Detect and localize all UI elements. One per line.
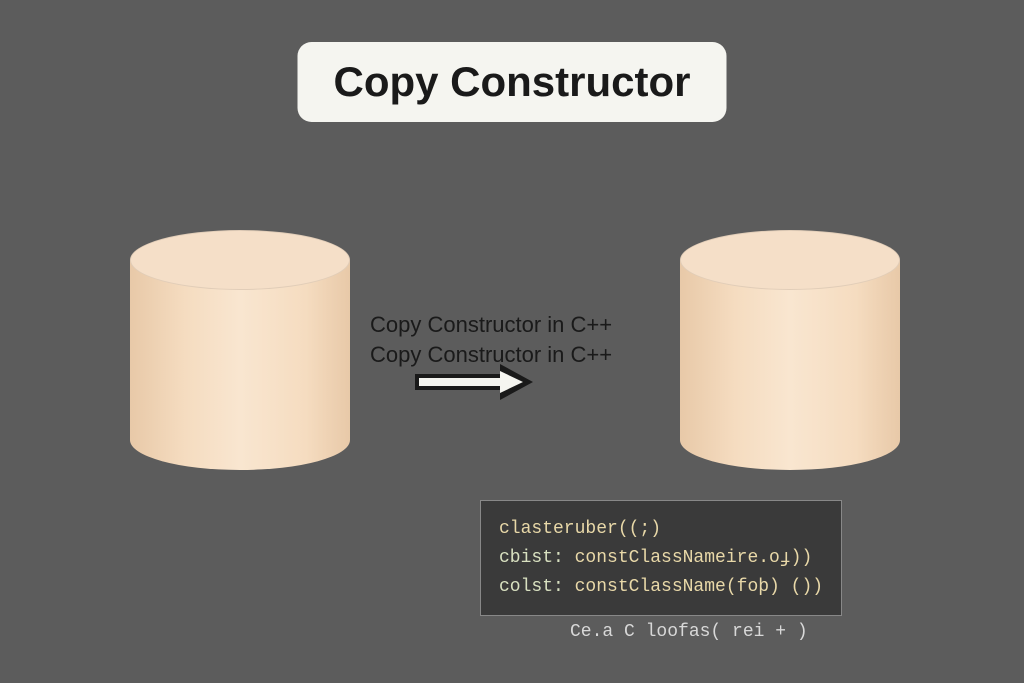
cylinder-top: [130, 230, 350, 290]
code-keyword: cbist:: [499, 548, 564, 568]
code-line-3: colst: constClassName(foþ) ()): [499, 573, 823, 602]
overlay-line-2: Copy Constructor in C++: [370, 340, 612, 370]
code-caption: Ce.a C loofas( rei + ): [570, 622, 808, 642]
code-line-1: clasteruber((;): [499, 515, 823, 544]
overlay-caption: Copy Constructor in C++ Copy Constructor…: [370, 310, 612, 369]
title-banner: Copy Constructor: [298, 42, 727, 122]
code-body: constClassName(foþ) ()): [564, 577, 823, 597]
title-text: Copy Constructor: [334, 58, 691, 105]
overlay-line-1: Copy Constructor in C++: [370, 310, 612, 340]
cylinder-bottom: [130, 410, 350, 470]
cylinder-source: [130, 230, 350, 470]
code-keyword: colst:: [499, 577, 564, 597]
cylinder-copy: [680, 230, 900, 470]
code-line-2: cbist: constClassNameire.oɟ)): [499, 544, 823, 573]
cylinder-bottom: [680, 410, 900, 470]
code-snippet: clasteruber((;) cbist: constClassNameire…: [480, 500, 842, 616]
cylinder-top: [680, 230, 900, 290]
code-body: constClassNameire.oɟ)): [564, 548, 812, 568]
